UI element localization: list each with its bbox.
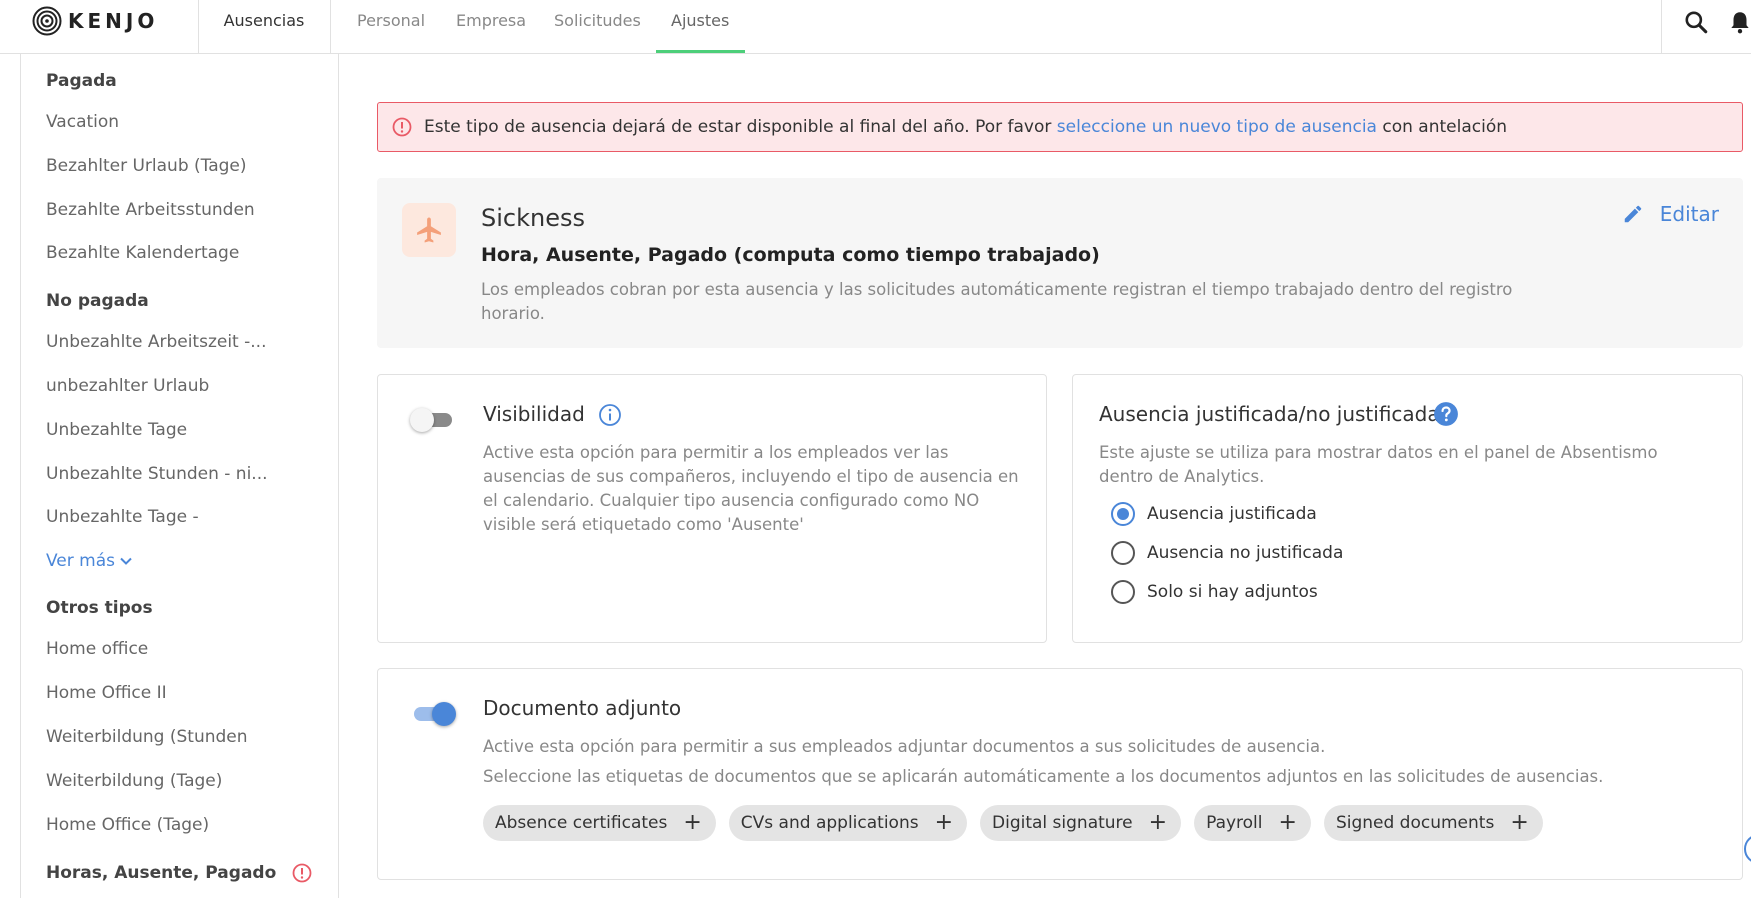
floating-help-button[interactable] [1744,834,1751,864]
bell-icon[interactable] [1727,9,1751,35]
sidebar-item-home-office-tage[interactable]: Home Office (Tage) [46,815,209,835]
see-more-label: Ver más [46,551,115,571]
sidebar-item-bezahlte-kalendertage[interactable]: Bezahlte Kalendertage [46,243,239,263]
visibility-description: Active esta opción para permitir a los e… [483,443,1019,534]
sidebar-item-vacation[interactable]: Vacation [46,112,119,132]
tag-chip-label: Digital signature [992,813,1133,833]
plus-icon: + [1148,810,1168,835]
deprecation-alert: Este tipo de ausencia dejará de estar di… [377,102,1743,152]
sidebar-item-bezahlte-arbeitsstunden[interactable]: Bezahlte Arbeitsstunden [46,200,255,220]
tag-chip-label: Absence certificates [495,813,668,833]
absence-type-description: Los empleados cobran por esta ausencia y… [481,280,1513,323]
radio-button [1111,502,1135,526]
radio-solo-adjuntos[interactable]: Solo si hay adjuntos [1111,580,1318,604]
logo-text: KENJO [68,9,159,33]
tag-chip-cvs-and-applications[interactable]: CVs and applications + [728,805,968,841]
absence-type-subtitle: Hora, Ausente, Pagado (computa como tiem… [481,244,1100,266]
see-more-link[interactable]: Ver más [46,551,133,571]
select-new-type-link[interactable]: seleccione un nuevo tipo de ausencia [1057,117,1377,137]
tag-chip-payroll[interactable]: Payroll + [1194,805,1311,841]
attachment-title: Documento adjunto [483,696,682,720]
warning-icon [292,863,312,883]
sidebar-item-bezahlter-urlaub[interactable]: Bezahlter Urlaub (Tage) [46,156,247,176]
tab-ajustes[interactable]: Ajustes [671,0,729,42]
alert-icon [392,117,412,137]
tab-empresa[interactable]: Empresa [456,0,526,42]
tab-solicitudes[interactable]: Solicitudes [554,0,641,42]
alert-text-before: Este tipo de ausencia dejará de estar di… [424,117,1057,137]
nav-divider [330,0,331,53]
plus-icon: + [1278,810,1297,835]
edit-button[interactable]: Editar [1622,202,1719,226]
tag-chip-absence-certificates[interactable]: Absence certificates + [483,805,716,841]
chevron-down-icon [120,557,132,565]
sidebar-heading-no-pagada: No pagada [46,291,149,311]
sidebar-item-weiterbildung-tage[interactable]: Weiterbildung (Tage) [46,771,222,791]
justification-card: Ausencia justificada/no justificada Este… [1072,374,1743,643]
kenjo-logo-icon [32,6,62,36]
radio-button [1111,541,1135,565]
radio-label: Ausencia no justificada [1147,543,1344,563]
absence-type-card: Sickness Hora, Ausente, Pagado (computa … [377,178,1743,348]
sidebar-item-unbezahlte-stunden[interactable]: Unbezahlte Stunden - ni... [46,464,268,484]
alert-text: Este tipo de ausencia dejará de estar di… [424,117,1507,137]
radio-label: Solo si hay adjuntos [1147,582,1318,602]
justification-title: Ausencia justificada/no justificada [1099,402,1440,426]
radio-ausencia-no-justificada[interactable]: Ausencia no justificada [1111,541,1343,565]
tag-chip-label: Payroll [1206,813,1263,833]
info-icon[interactable] [598,403,622,427]
toggle-knob [410,408,434,432]
sidebar-item-unbezahlter-urlaub[interactable]: unbezahlter Urlaub [46,376,209,396]
top-bar: KENJO Ausencias Personal Empresa Solicit… [0,0,1751,54]
sidebar-item-unbezahlte-tage[interactable]: Unbezahlte Tage [46,420,187,440]
sidebar-item-home-office[interactable]: Home office [46,639,148,659]
tag-chip-label: Signed documents [1335,813,1495,833]
visibility-title: Visibilidad [483,402,585,426]
tag-chip-label: CVs and applications [740,813,919,833]
radio-button [1111,580,1135,604]
tab-personal[interactable]: Personal [357,0,425,42]
active-tab-indicator [656,50,745,53]
radio-ausencia-justificada[interactable]: Ausencia justificada [1111,502,1317,526]
attachment-toggle[interactable] [410,699,456,727]
sidebar-heading-pagada: Pagada [46,71,117,91]
visibility-card: Visibilidad Active esta opción para perm… [377,374,1047,643]
absence-types-sidebar: Pagada Vacation Bezahlter Urlaub (Tage) … [20,54,339,898]
attachment-description-1: Active esta opción para permitir a sus e… [483,737,1326,756]
toggle-knob [432,702,456,726]
airplane-icon [417,217,441,243]
sidebar-heading-otros-tipos: Otros tipos [46,598,153,618]
tag-chip-digital-signature[interactable]: Digital signature + [980,805,1182,841]
absence-type-name: Sickness [481,204,585,232]
visibility-toggle[interactable] [410,405,456,433]
sidebar-item-unbezahlte-arbeitszeit[interactable]: Unbezahlte Arbeitszeit -... [46,332,266,352]
sidebar-item-unbezahlte-tage-2[interactable]: Unbezahlte Tage - [46,507,199,527]
alert-text-after: con antelación [1376,117,1508,137]
document-tag-chips: Absence certificates + CVs and applicati… [483,805,1543,841]
nav-divider [1661,0,1662,53]
help-icon[interactable] [1433,401,1459,427]
nav-ausencias[interactable]: Ausencias [199,0,329,42]
search-icon[interactable] [1683,9,1709,35]
absence-type-icon-box [402,203,456,257]
justification-description: Este ajuste se utiliza para mostrar dato… [1099,443,1658,486]
attachment-card: Documento adjunto Active esta opción par… [377,668,1743,880]
plus-icon: + [683,810,702,835]
tag-chip-signed-documents[interactable]: Signed documents + [1323,805,1543,841]
pencil-icon [1624,205,1642,223]
sidebar-item-weiterbildung-stunden[interactable]: Weiterbildung (Stunden [46,727,248,747]
sidebar-item-horas-ausente-pagado[interactable]: Horas, Ausente, Pagado [46,863,276,883]
attachment-description-2: Seleccione las etiquetas de documentos q… [483,767,1604,786]
sidebar-item-home-office-ii[interactable]: Home Office II [46,683,167,703]
kenjo-logo[interactable]: KENJO [32,6,158,36]
plus-icon: + [934,810,954,835]
radio-label: Ausencia justificada [1147,504,1317,524]
plus-icon: + [1510,810,1529,835]
edit-label: Editar [1659,202,1719,226]
